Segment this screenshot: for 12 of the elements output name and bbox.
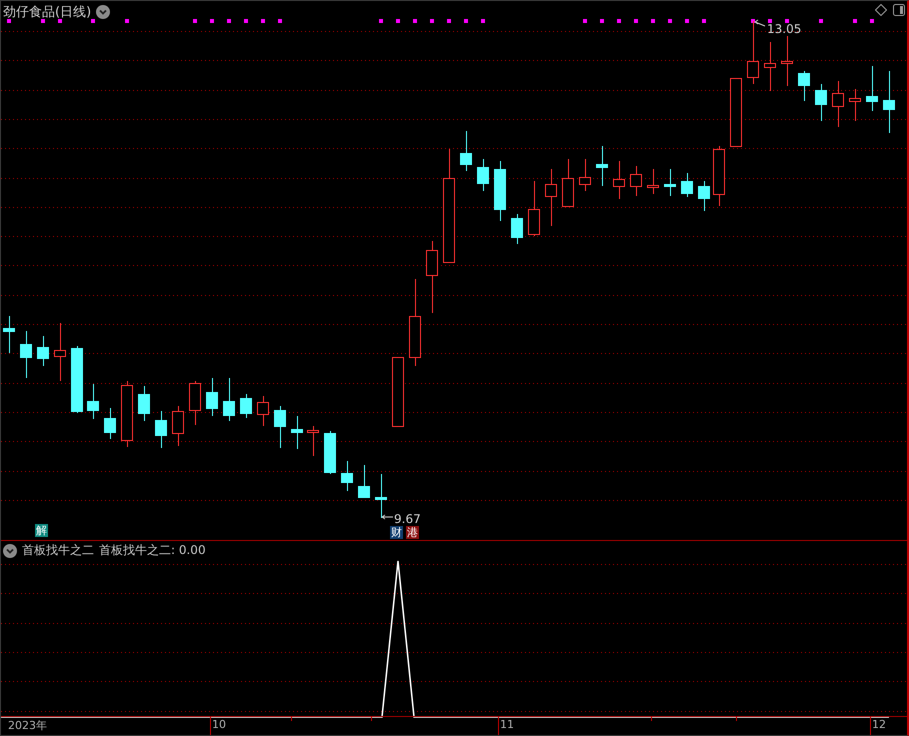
event-badge[interactable]: 解	[35, 524, 48, 537]
time-axis-label: 10	[212, 718, 226, 731]
time-axis-label: 2023年	[8, 718, 47, 733]
chart-title: 劲仔食品(日线)	[3, 4, 92, 21]
time-axis-label: 11	[500, 718, 514, 731]
high-price-label: 13.05	[767, 22, 802, 36]
event-badge[interactable]: 港	[406, 526, 419, 539]
time-axis-label: 12	[872, 718, 886, 731]
low-price-label: 9.67	[394, 512, 421, 526]
event-badge[interactable]: 财	[390, 526, 403, 539]
indicator-value: 首板找牛之二: 0.00	[99, 542, 206, 559]
indicator-name: 首板找牛之二	[22, 542, 94, 559]
